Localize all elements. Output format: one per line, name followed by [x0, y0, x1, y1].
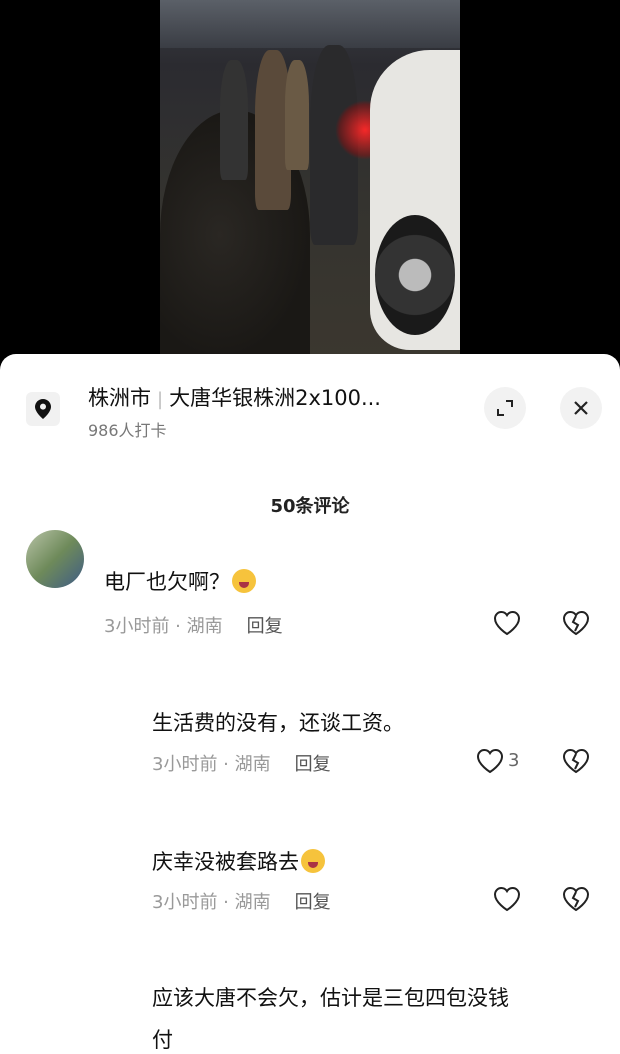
dislike-button[interactable] — [560, 883, 592, 915]
expand-icon — [497, 400, 513, 416]
like-count: 3 — [508, 750, 520, 771]
comment-text: 应该大唐不会欠，估计是三包四包没钱 — [152, 986, 509, 1010]
location-city: 株洲市 — [88, 386, 151, 410]
reply-button[interactable]: 回复 — [295, 892, 331, 913]
close-icon — [574, 401, 588, 415]
location-title[interactable]: 株洲市 | 大唐华银株洲2x100... — [88, 382, 381, 412]
broken-heart-icon — [562, 610, 590, 636]
like-button[interactable] — [491, 883, 523, 915]
comment-meta: 3小时前 · 湖南 回复 — [152, 754, 331, 775]
broken-heart-icon — [562, 886, 590, 912]
avatar[interactable] — [26, 530, 84, 588]
heart-icon — [493, 610, 521, 636]
comment-text: 庆幸没被套路去 — [152, 846, 325, 876]
dislike-button[interactable] — [560, 607, 592, 639]
reply-button[interactable]: 回复 — [247, 616, 283, 637]
video-frame — [160, 0, 460, 360]
reply-button[interactable]: 回复 — [295, 754, 331, 775]
comments-count: 50条评论 — [270, 496, 350, 517]
heart-icon — [493, 886, 521, 912]
expand-button[interactable] — [484, 387, 526, 429]
dislike-button[interactable] — [560, 745, 592, 777]
location-place: 大唐华银株洲2x100... — [169, 386, 381, 410]
comment-meta: 3小时前 · 湖南 回复 — [104, 616, 283, 637]
checkin-count: 986人打卡 — [88, 421, 167, 440]
heart-icon — [476, 748, 504, 774]
crying-laughing-emoji-icon — [301, 849, 325, 873]
like-button[interactable] — [474, 745, 506, 777]
video-player[interactable] — [0, 0, 620, 360]
comments-sheet — [0, 354, 620, 1054]
comment-text: 电厂也欠啊？ — [104, 566, 256, 596]
broken-heart-icon — [562, 748, 590, 774]
like-button[interactable] — [491, 607, 523, 639]
comment-meta: 3小时前 · 湖南 回复 — [152, 892, 331, 913]
location-pin-icon — [26, 392, 60, 426]
close-button[interactable] — [560, 387, 602, 429]
comment-text: 生活费的没有，还谈工资。 — [152, 711, 404, 735]
crying-laughing-emoji-icon — [232, 569, 256, 593]
